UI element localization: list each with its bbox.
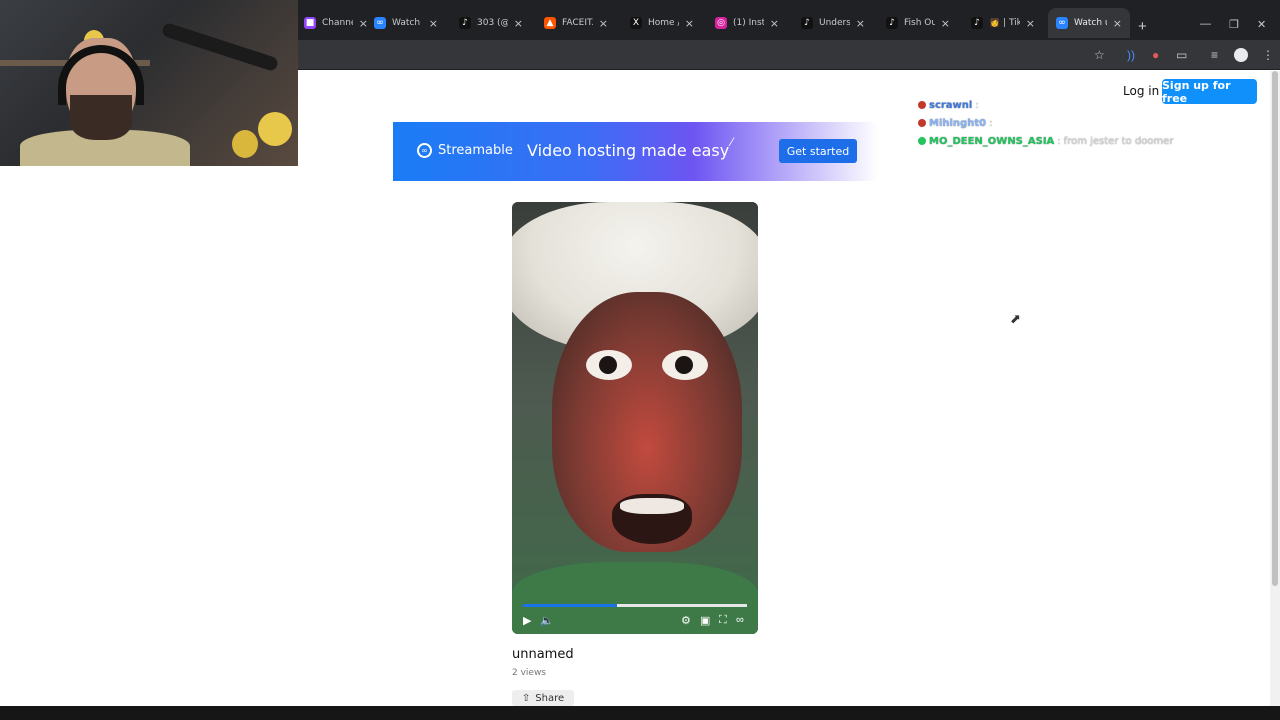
tab-title: (1) Instagr xyxy=(733,18,764,28)
close-tab-icon[interactable]: × xyxy=(685,17,694,30)
tiktok-icon: ♪ xyxy=(801,17,813,29)
video-player[interactable]: ▶ 🔈 ⚙ ▣ ⛶ ∞ xyxy=(512,202,758,634)
bottom-edge xyxy=(0,706,1280,720)
tab-title: 303 (@iem xyxy=(477,18,508,28)
page-scrollbar[interactable] xyxy=(1270,71,1280,706)
streamable-watermark-icon[interactable]: ∞ xyxy=(736,614,744,626)
chat-message: scrawnl: xyxy=(918,96,1173,114)
browser-tab[interactable]: ♪ Understan × xyxy=(793,8,873,38)
screen: ■ Channel Pr × ∞ Watch em × ♪ 303 (@iem × ▲ FACEIT… xyxy=(0,0,1280,720)
fullscreen-icon[interactable]: ⛶ xyxy=(719,614,727,627)
streamable-ad-banner[interactable]: ∞ Streamable Video hosting made easy ⁄ G… xyxy=(393,122,878,181)
tiktok-icon: ♪ xyxy=(971,17,983,29)
close-tab-icon[interactable]: × xyxy=(856,17,865,30)
banner-headline: Video hosting made easy xyxy=(527,141,730,160)
browser-tab[interactable]: ♪ 👩 | TikTo × xyxy=(963,8,1043,38)
bookmark-star-icon[interactable]: ☆ xyxy=(1094,48,1105,62)
tab-title: Channel Pr xyxy=(322,18,353,28)
close-tab-icon[interactable]: × xyxy=(599,17,608,30)
media-queue-icon[interactable]: ≡ xyxy=(1211,48,1218,62)
chat-separator: : xyxy=(1057,135,1061,147)
webcam-plush xyxy=(258,112,292,146)
share-label: Share xyxy=(535,692,565,704)
twitch-icon: ■ xyxy=(304,17,316,29)
close-tab-icon[interactable]: × xyxy=(941,17,950,30)
get-started-button[interactable]: Get started xyxy=(779,139,857,163)
tab-title: Fish Out o xyxy=(904,18,935,28)
browser-tab[interactable]: ∞ Watch unn × xyxy=(1048,8,1130,38)
streamable-logo: ∞ Streamable xyxy=(417,143,513,158)
browser-tab[interactable]: ◎ (1) Instagr × xyxy=(707,8,787,38)
menu-kebab-icon[interactable]: ⋮ xyxy=(1262,48,1274,62)
sparkle-icon: ⁄ xyxy=(731,135,734,149)
scrollbar-thumb[interactable] xyxy=(1272,71,1278,586)
stream-chat-overlay: scrawnl: Mihlnght0: MO_DEEN_OWNS_ASIA: from… xyxy=(918,96,1173,150)
video-title: unnamed xyxy=(512,647,574,662)
share-icon: ⇧ xyxy=(521,692,531,704)
chat-text: from jester to doomer xyxy=(1063,135,1174,147)
webcam-mic-arm xyxy=(160,21,280,73)
x-icon: X xyxy=(630,17,642,29)
chat-separator: : xyxy=(975,99,979,111)
tab-title: FACEIT.com xyxy=(562,18,593,28)
banner-brand: Streamable xyxy=(438,143,513,158)
close-tab-icon[interactable]: × xyxy=(514,17,523,30)
video-frame-eye-right xyxy=(662,350,708,380)
browser-tab[interactable]: ♪ Fish Out o × xyxy=(878,8,958,38)
extension-icon[interactable]: ● xyxy=(1152,48,1159,62)
video-progress-bar[interactable] xyxy=(523,604,747,607)
streamable-icon: ∞ xyxy=(1056,17,1068,29)
chat-message: MO_DEEN_OWNS_ASIA: from jester to doomer xyxy=(918,132,1173,150)
tiktok-icon: ♪ xyxy=(459,17,471,29)
instagram-icon: ◎ xyxy=(715,17,727,29)
close-tab-icon[interactable]: × xyxy=(1113,17,1122,30)
close-window-icon[interactable]: ✕ xyxy=(1257,18,1266,31)
signup-button[interactable]: Sign up for free xyxy=(1162,79,1257,105)
minimize-icon[interactable]: — xyxy=(1200,18,1211,30)
settings-gear-icon[interactable]: ⚙ xyxy=(681,614,691,627)
streamable-icon: ∞ xyxy=(374,17,386,29)
browser-tab[interactable]: ♪ 303 (@iem × xyxy=(451,8,531,38)
browser-tab[interactable]: ■Channel Pr× xyxy=(296,8,376,38)
tab-title: 👩 | TikTo xyxy=(989,18,1020,28)
video-frame-teeth xyxy=(620,498,684,514)
streamable-logo-icon: ∞ xyxy=(417,143,432,158)
browser-tab[interactable]: X Home / X × xyxy=(622,8,702,38)
chat-badge-icon xyxy=(918,137,926,145)
browser-tab[interactable]: ▲ FACEIT.com × xyxy=(536,8,616,38)
chat-username: MO_DEEN_OWNS_ASIA xyxy=(929,135,1055,147)
browser-tab[interactable]: ∞ Watch em × xyxy=(366,8,446,38)
chat-badge-icon xyxy=(918,119,926,127)
volume-icon[interactable]: 🔈 xyxy=(540,614,554,627)
faceit-icon: ▲ xyxy=(544,17,556,29)
restore-icon[interactable]: ❐ xyxy=(1229,18,1239,31)
video-progress-fill xyxy=(523,604,618,607)
chat-username: Mihlnght0 xyxy=(929,117,987,129)
mouse-cursor-icon: ⬈ xyxy=(1010,311,1021,326)
view-count: 2 views xyxy=(512,668,547,678)
profile-avatar[interactable] xyxy=(1234,48,1248,62)
close-tab-icon[interactable]: × xyxy=(770,17,779,30)
new-tab-button[interactable]: + xyxy=(1138,18,1147,35)
extensions-puzzle-icon[interactable]: ▭ xyxy=(1176,48,1187,62)
chat-message: Mihlnght0: xyxy=(918,114,1173,132)
webcam-plush xyxy=(232,130,258,158)
tab-title: Home / X xyxy=(648,18,679,28)
tab-title: Watch unn xyxy=(1074,18,1107,28)
picture-in-picture-icon[interactable]: ▣ xyxy=(700,614,710,627)
close-tab-icon[interactable]: × xyxy=(1026,17,1035,30)
chat-badge-icon xyxy=(918,101,926,109)
video-frame-eye-left xyxy=(586,350,632,380)
close-tab-icon[interactable]: × xyxy=(429,17,438,30)
chat-separator: : xyxy=(989,117,993,129)
tab-title: Understan xyxy=(819,18,850,28)
play-icon[interactable]: ▶ xyxy=(523,614,531,627)
extension-wifi-icon[interactable]: )) xyxy=(1127,48,1135,62)
tab-title: Watch em xyxy=(392,18,423,28)
chat-username: scrawnl xyxy=(929,99,973,111)
tiktok-icon: ♪ xyxy=(886,17,898,29)
share-button[interactable]: ⇧ Share xyxy=(512,690,574,706)
streamer-webcam xyxy=(0,0,298,166)
